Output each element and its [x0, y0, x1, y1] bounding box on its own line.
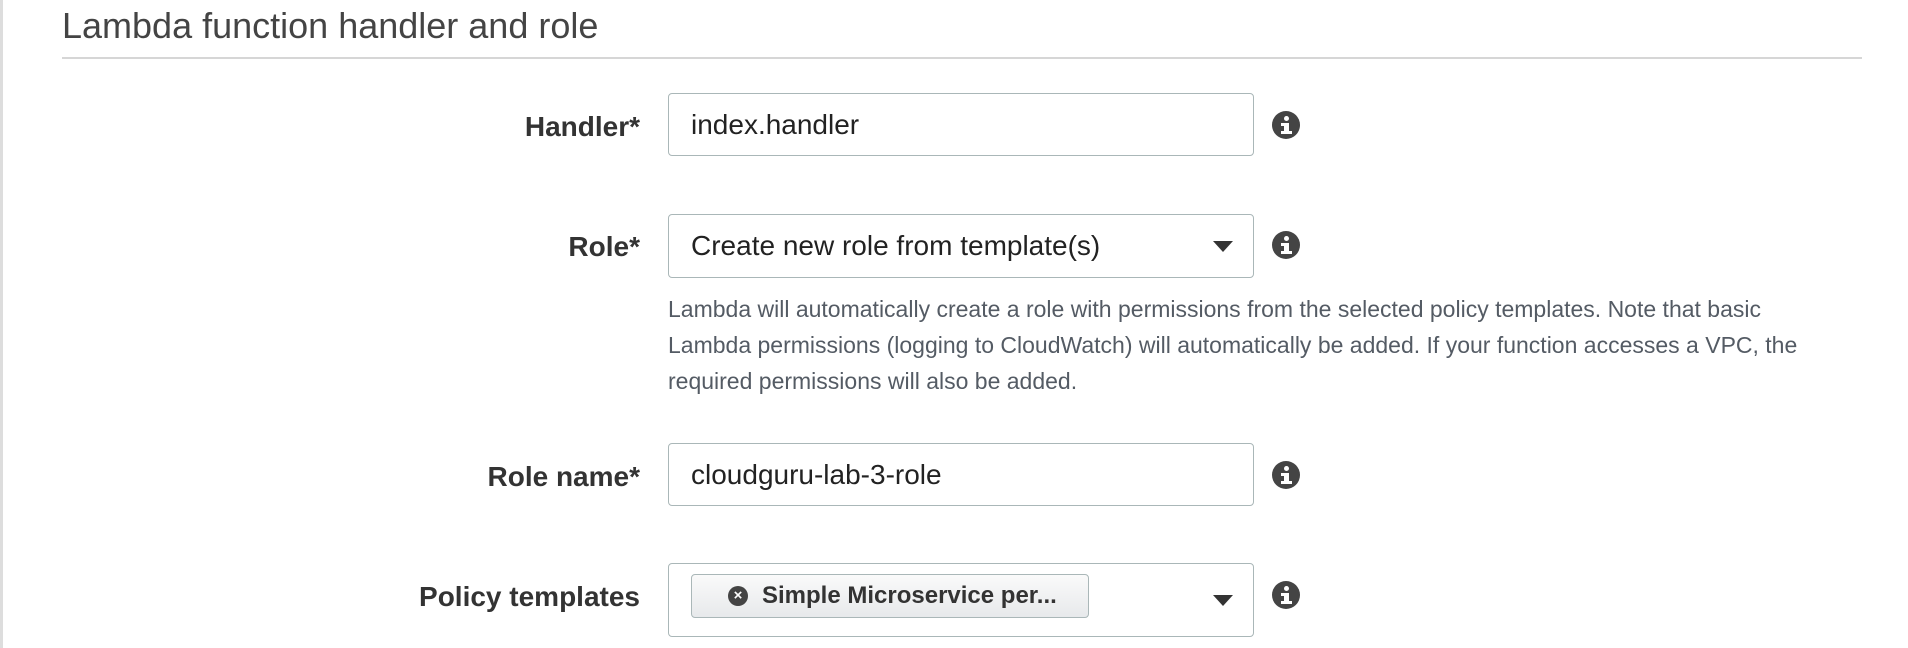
- role-select[interactable]: Create new role from template(s): [668, 214, 1254, 278]
- role-label: Role*: [568, 231, 640, 262]
- info-icon[interactable]: [1272, 111, 1300, 139]
- policy-token[interactable]: × Simple Microservice per...: [691, 574, 1089, 618]
- section-title: Lambda function handler and role: [62, 5, 599, 46]
- handler-input[interactable]: [669, 94, 1253, 155]
- x-circle-icon[interactable]: ×: [728, 586, 748, 606]
- role-select-value: Create new role from template(s): [691, 230, 1101, 261]
- policy-templates-select[interactable]: × Simple Microservice per...: [668, 563, 1254, 637]
- page-left-border: [0, 0, 3, 648]
- role-help-text: Lambda will automatically create a role …: [668, 296, 1798, 394]
- handler-label: Handler*: [524, 111, 640, 142]
- info-icon[interactable]: [1272, 461, 1300, 489]
- caret-down-icon: [1213, 595, 1233, 606]
- role-name-input[interactable]: [669, 444, 1253, 505]
- info-icon[interactable]: [1272, 581, 1300, 609]
- policy-templates-label: Policy templates: [419, 581, 640, 612]
- handler-field[interactable]: [668, 93, 1254, 156]
- role-name-field[interactable]: [668, 443, 1254, 506]
- policy-token-label: Simple Microservice per...: [762, 582, 1057, 609]
- info-icon[interactable]: [1272, 231, 1300, 259]
- caret-down-icon: [1213, 241, 1233, 252]
- section-divider: [62, 57, 1862, 59]
- role-name-label: Role name*: [487, 461, 641, 492]
